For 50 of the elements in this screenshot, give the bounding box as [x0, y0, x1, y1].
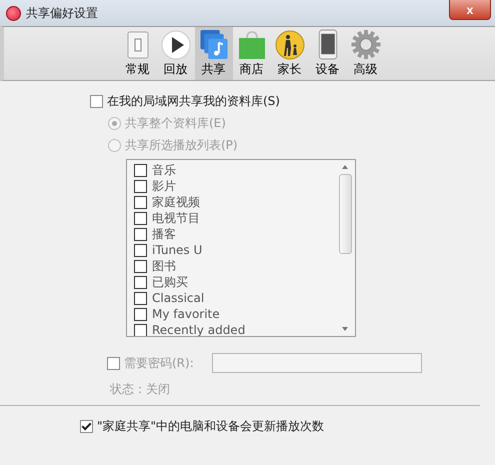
- radio-label: 共享所选播放列表(P): [125, 137, 238, 154]
- checkbox[interactable]: [134, 244, 147, 256]
- radio-label: 共享整个资料库(E): [125, 115, 226, 132]
- checkbox[interactable]: [134, 292, 147, 304]
- toolbar-tab[interactable]: 高级: [346, 27, 384, 80]
- play-icon: [160, 30, 190, 60]
- checkbox-label: "家庭共享"中的电脑和设备会更新播放次数: [97, 418, 324, 435]
- checkbox[interactable]: [107, 356, 120, 370]
- toolbar-tab[interactable]: 商店: [232, 27, 270, 80]
- checkbox[interactable]: [134, 260, 147, 272]
- playlist-label: 播客: [152, 226, 176, 242]
- scroll-up-icon[interactable]: [341, 164, 349, 170]
- toolbar-tab[interactable]: 共享: [194, 27, 232, 80]
- parent-child-icon: [274, 30, 304, 60]
- toolbar-tab[interactable]: 回放: [156, 27, 194, 80]
- checkbox-label: 需要密码(R):: [124, 354, 194, 372]
- window-title: 共享偏好设置: [26, 4, 99, 22]
- checkbox[interactable]: [134, 228, 147, 240]
- playlist-label: 图书: [152, 258, 176, 274]
- toolbar-tab[interactable]: 家长: [270, 27, 308, 80]
- checkbox[interactable]: [134, 276, 147, 288]
- checkbox[interactable]: [134, 164, 147, 176]
- playlist-label: 影片: [152, 178, 176, 194]
- checkbox[interactable]: [80, 420, 93, 433]
- scroll-down-icon[interactable]: [341, 326, 349, 332]
- playlist-label: iTunes U: [152, 243, 202, 257]
- checkbox-label: 在我的局域网共享我的资料库(S): [107, 93, 280, 110]
- checkbox[interactable]: [134, 324, 147, 336]
- radio-button[interactable]: [108, 139, 121, 152]
- music-note-icon: [198, 29, 228, 60]
- status-text: 状态：关闭: [110, 381, 171, 398]
- radio-button[interactable]: [108, 117, 121, 130]
- playlist-label: 已购买: [152, 274, 188, 290]
- playlist-label: 家庭视频: [152, 194, 200, 210]
- playlist-label: My favorite: [152, 307, 220, 321]
- playlist-label: 电视节目: [152, 210, 200, 226]
- phone-icon: [318, 29, 338, 60]
- gear-icon: [350, 29, 382, 60]
- checkbox[interactable]: [134, 196, 147, 208]
- checkbox[interactable]: [134, 180, 147, 192]
- playlist-label: Classical: [152, 291, 204, 305]
- shopping-bag-icon: [236, 30, 266, 60]
- toolbar-tab[interactable]: 设备: [308, 27, 346, 80]
- checkbox[interactable]: [134, 308, 147, 320]
- checkbox[interactable]: [134, 212, 147, 224]
- close-button[interactable]: x: [449, 0, 491, 20]
- app-icon: [6, 6, 21, 20]
- toolbar-tab[interactable]: 常规: [118, 27, 156, 80]
- playlist-label: 音乐: [152, 162, 176, 178]
- checkbox[interactable]: [90, 95, 103, 108]
